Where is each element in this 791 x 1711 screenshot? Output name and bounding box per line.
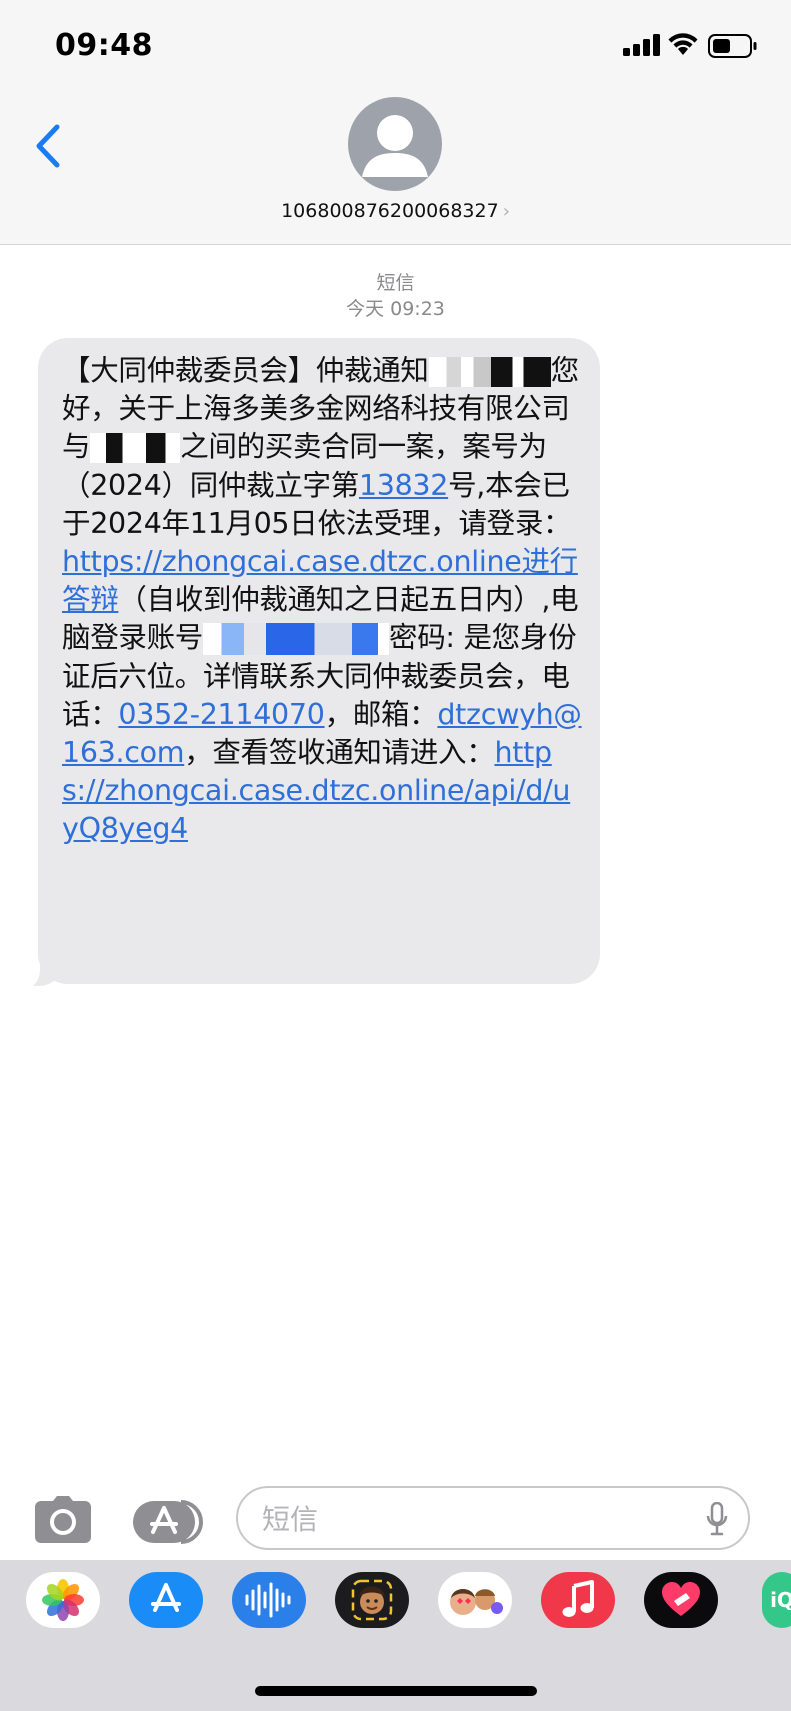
message-input-field[interactable] — [236, 1486, 750, 1550]
service-label: 短信 — [376, 272, 415, 294]
contact-number-text: 106800876200068327 — [281, 200, 499, 222]
camera-button[interactable] — [33, 1495, 93, 1549]
microphone-icon[interactable] — [706, 1502, 728, 1536]
phone-link[interactable]: 0352-2114070 — [118, 698, 324, 731]
memoji-face-icon — [351, 1579, 393, 1621]
message-segment: ，查看签收通知请进入： — [184, 736, 495, 770]
redacted-area — [490, 357, 551, 387]
conversation-header: 09:48 106800876200068327 › — [0, 0, 791, 245]
message-input[interactable] — [260, 1498, 684, 1540]
photos-icon — [42, 1579, 84, 1621]
battery-icon — [708, 34, 757, 58]
sticker-faces-icon — [450, 1589, 503, 1615]
cellular-signal-icon — [623, 34, 660, 56]
redacted-area — [428, 357, 491, 387]
back-button[interactable] — [26, 118, 70, 174]
contact-avatar[interactable] — [348, 97, 442, 191]
more-apps-glyph: iQ — [770, 1588, 791, 1612]
music-note-icon — [562, 1580, 594, 1617]
app-store-a-icon — [151, 1583, 181, 1612]
home-indicator[interactable] — [255, 1686, 537, 1696]
apps-button[interactable] — [133, 1499, 205, 1549]
case-number-link[interactable]: 13832 — [359, 469, 448, 502]
chevron-left-icon — [36, 124, 60, 168]
message-body: 【大同仲裁委员会】仲裁通知 您好，关于上海多美多金网络科技有限公司与 之间的买卖合同… — [62, 352, 584, 849]
music-app-icon[interactable] — [541, 1572, 615, 1628]
wifi-icon — [668, 33, 698, 55]
app-store-app-icon[interactable] — [129, 1572, 203, 1628]
redacted-area — [203, 623, 390, 656]
status-time: 09:48 — [55, 28, 153, 63]
memoji-stickers-app-icon[interactable] — [438, 1572, 512, 1628]
chevron-right-icon: › — [502, 201, 510, 222]
heart-touch-icon — [662, 1582, 700, 1616]
contact-number[interactable]: 106800876200068327 › — [0, 200, 791, 222]
redacted-area — [90, 433, 181, 464]
message-segment: 【大同仲裁委员会】仲裁通知 — [62, 354, 429, 387]
waveform-icon — [245, 1582, 291, 1618]
more-apps-icon[interactable]: iQ — [762, 1572, 791, 1628]
memoji-app-icon[interactable] — [335, 1572, 409, 1628]
camera-icon — [35, 1496, 91, 1543]
message-timestamp: 今天 09:23 — [346, 298, 445, 320]
person-icon — [362, 115, 428, 177]
message-segment: ，邮箱： — [324, 697, 438, 731]
audio-message-app-icon[interactable] — [232, 1572, 306, 1628]
app-store-icon — [133, 1500, 203, 1544]
photos-app-icon[interactable] — [26, 1572, 100, 1628]
digital-touch-app-icon[interactable] — [644, 1572, 718, 1628]
